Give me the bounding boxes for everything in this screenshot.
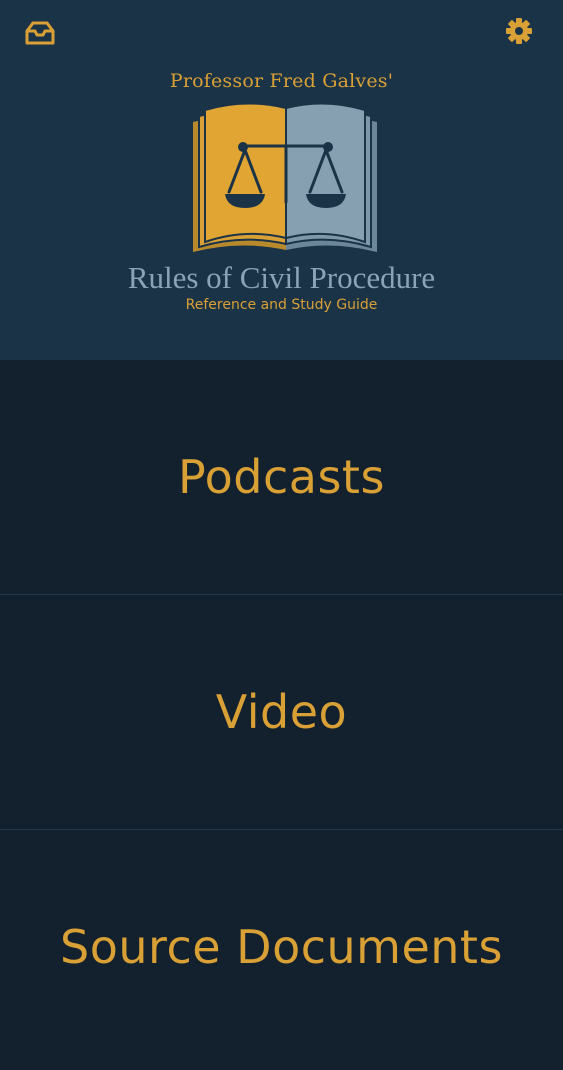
menu-item-label: Source Documents: [60, 920, 503, 974]
settings-button[interactable]: [499, 13, 539, 53]
gear-icon: [504, 16, 534, 50]
menu-item-video[interactable]: Video: [0, 595, 563, 830]
menu-item-source-documents[interactable]: Source Documents: [0, 830, 563, 1070]
app-subtitle: Reference and Study Guide: [185, 297, 378, 313]
app-title: Rules of Civil Procedure: [127, 260, 436, 295]
menu-item-label: Podcasts: [178, 450, 385, 504]
main-menu: Podcasts Video Source Documents: [0, 360, 563, 1070]
menu-item-label: Video: [215, 685, 348, 739]
menu-item-podcasts[interactable]: Podcasts: [0, 360, 563, 595]
app-header: Professor Fred Galves' Rules of Civil Pr…: [0, 0, 563, 360]
professor-name: Professor Fred Galves': [169, 70, 394, 92]
book-scales-logo: [185, 102, 385, 261]
inbox-icon: [24, 20, 56, 50]
inbox-button[interactable]: [20, 15, 60, 55]
